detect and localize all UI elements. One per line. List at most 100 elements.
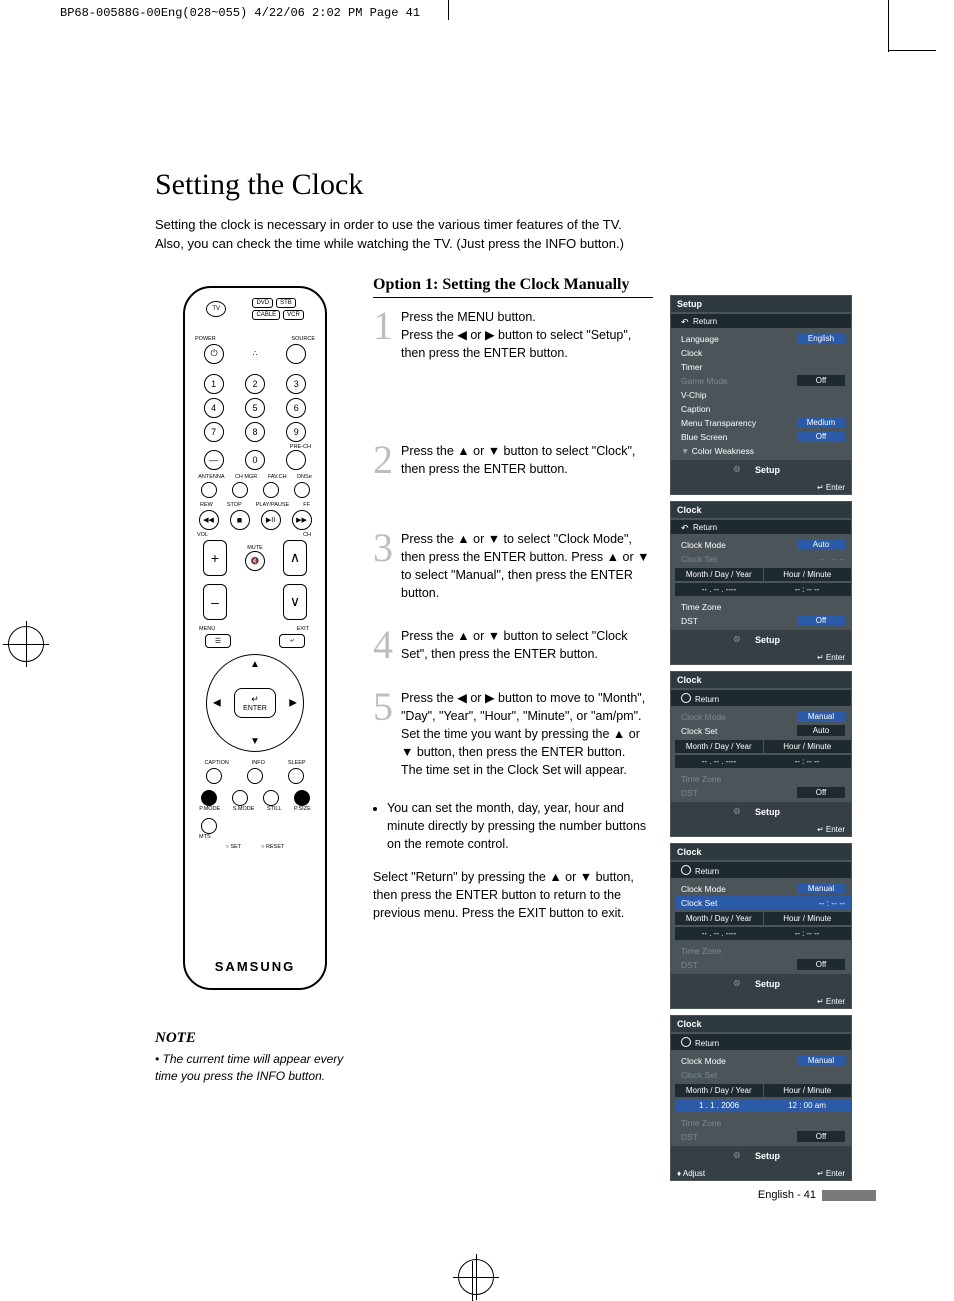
label-caption: CAPTION [204, 760, 228, 766]
label-mts: MTS [199, 834, 211, 840]
gear-icon: ⚙ [733, 464, 741, 475]
page-number: English - 41 [758, 1189, 876, 1201]
label-chmgr: CH MGR [235, 474, 257, 480]
vol-up-button: + [203, 540, 227, 576]
label-info: INFO [252, 760, 265, 766]
label-pmode: P.MODE [199, 806, 220, 812]
osd-setup-title: Setup [671, 296, 851, 312]
label-rew: REW [200, 502, 213, 508]
step-5-num: 5 [373, 687, 401, 780]
label-psize: P.SIZE [294, 806, 311, 812]
menu-button: ☰ [205, 634, 231, 648]
label-ch: CH [303, 532, 311, 538]
antenna-button [201, 482, 217, 498]
key-0: 0 [245, 450, 265, 470]
label-menu: MENU [199, 626, 215, 632]
color-green [232, 790, 248, 806]
step-5-bullet: You can set the month, day, year, hour a… [387, 799, 653, 853]
label-favch: FAV.CH [268, 474, 287, 480]
step-3-num: 3 [373, 528, 401, 603]
note-body: The current time will appear every time … [155, 1051, 355, 1086]
enter-button: ↵ENTER [234, 688, 276, 718]
led-dots: ∴ [246, 349, 264, 358]
mute-icon: 🔇 [245, 551, 265, 571]
ch-up-button: ∧ [283, 540, 307, 576]
label-vol: VOL [197, 532, 208, 538]
label-ff: FF [303, 502, 310, 508]
remote-tv-button: TV [206, 301, 226, 317]
label-reset: RESET [266, 844, 284, 850]
color-red [201, 790, 217, 806]
label-stop: STOP [227, 502, 242, 508]
label-exit: EXIT [297, 626, 309, 632]
gear-icon: ⚙ [733, 1150, 741, 1161]
label-play: PLAY/PAUSE [256, 502, 289, 508]
key-9: 9 [286, 422, 306, 442]
label-still: STILL [267, 806, 282, 812]
remote-illustration: TV DVD STB CABLE VCR POWER SOURCE [183, 286, 327, 990]
dnse-button [294, 482, 310, 498]
gear-icon: ⚙ [733, 806, 741, 817]
osd-clock-auto: Clock ↶Return Clock ModeAuto Clock Set--… [671, 502, 851, 664]
key-prech [286, 450, 306, 470]
vol-down-button: – [203, 584, 227, 620]
ch-down-button: ∨ [283, 584, 307, 620]
chmgr-button [232, 482, 248, 498]
key-1: 1 [204, 374, 224, 394]
exit-button: ⤶ [279, 634, 305, 648]
label-source: SOURCE [291, 336, 315, 342]
favch-button [263, 482, 279, 498]
ff-icon: ▶▶ [292, 510, 312, 530]
sleep-button [288, 768, 304, 784]
rewind-icon: ◀◀ [199, 510, 219, 530]
print-header: BP68-00588G-00Eng(028~055) 4/22/06 2:02 … [60, 6, 420, 20]
play-pause-icon: ▶II [261, 510, 281, 530]
gear-icon: ⚙ [733, 978, 741, 989]
key-4: 4 [204, 398, 224, 418]
label-power: POWER [195, 336, 216, 342]
label-antenna: ANTENNA [198, 474, 224, 480]
color-yellow [263, 790, 279, 806]
intro-text: Setting the clock is necessary in order … [155, 216, 715, 254]
osd-clock-set: Clock Return Clock ModeManual Clock Set-… [671, 844, 851, 1008]
key-dash: — [204, 450, 224, 470]
remote-cable: CABLE [252, 310, 280, 320]
key-7: 7 [204, 422, 224, 442]
step-2-text: Press the ▲ or ▼ button to select "Clock… [401, 442, 653, 480]
note-title: NOTE [155, 1030, 355, 1047]
step-4-num: 4 [373, 625, 401, 665]
key-2: 2 [245, 374, 265, 394]
option-title: Option 1: Setting the Clock Manually [373, 276, 653, 298]
key-5: 5 [245, 398, 265, 418]
dpad-up-icon: ▲ [250, 659, 260, 670]
step-1-num: 1 [373, 306, 401, 362]
step-4-text: Press the ▲ or ▼ button to select "Clock… [401, 627, 653, 665]
gear-icon: ⚙ [733, 634, 741, 645]
key-8: 8 [245, 422, 265, 442]
remote-stb: STB [276, 298, 296, 308]
stop-icon: ■ [230, 510, 250, 530]
step-1-text: Press the MENU button.Press the ◀ or ▶ b… [401, 308, 653, 362]
dpad: ▲ ▼ ◀ ▶ ↵ENTER [206, 654, 304, 752]
remote-dvd: DVD [252, 298, 273, 308]
step-5-trail: Select "Return" by pressing the ▲ or ▼ b… [373, 868, 653, 922]
source-button [286, 344, 306, 364]
osd-clock-values: Clock Return Clock ModeManual Clock Set … [671, 1016, 851, 1180]
power-icon: ⏻ [204, 344, 224, 364]
caption-button [206, 768, 222, 784]
dpad-down-icon: ▼ [250, 736, 260, 747]
dpad-right-icon: ▶ [289, 697, 297, 708]
label-dnse: DNSe [297, 474, 312, 480]
label-smode: S.MODE [233, 806, 255, 812]
step-5-text: Press the ◀ or ▶ button to move to "Mont… [401, 689, 653, 780]
key-3: 3 [286, 374, 306, 394]
page-title: Setting the Clock [155, 168, 875, 202]
mts-button [201, 818, 217, 834]
remote-vcr: VCR [283, 310, 304, 320]
step-3-text: Press the ▲ or ▼ to select "Clock Mode",… [401, 530, 653, 603]
label-sleep: SLEEP [288, 760, 306, 766]
step-2-num: 2 [373, 440, 401, 480]
label-mute: MUTE [245, 545, 265, 551]
dpad-left-icon: ◀ [213, 697, 221, 708]
osd-clock-mode: Clock Return Clock ModeManual Clock SetA… [671, 672, 851, 836]
